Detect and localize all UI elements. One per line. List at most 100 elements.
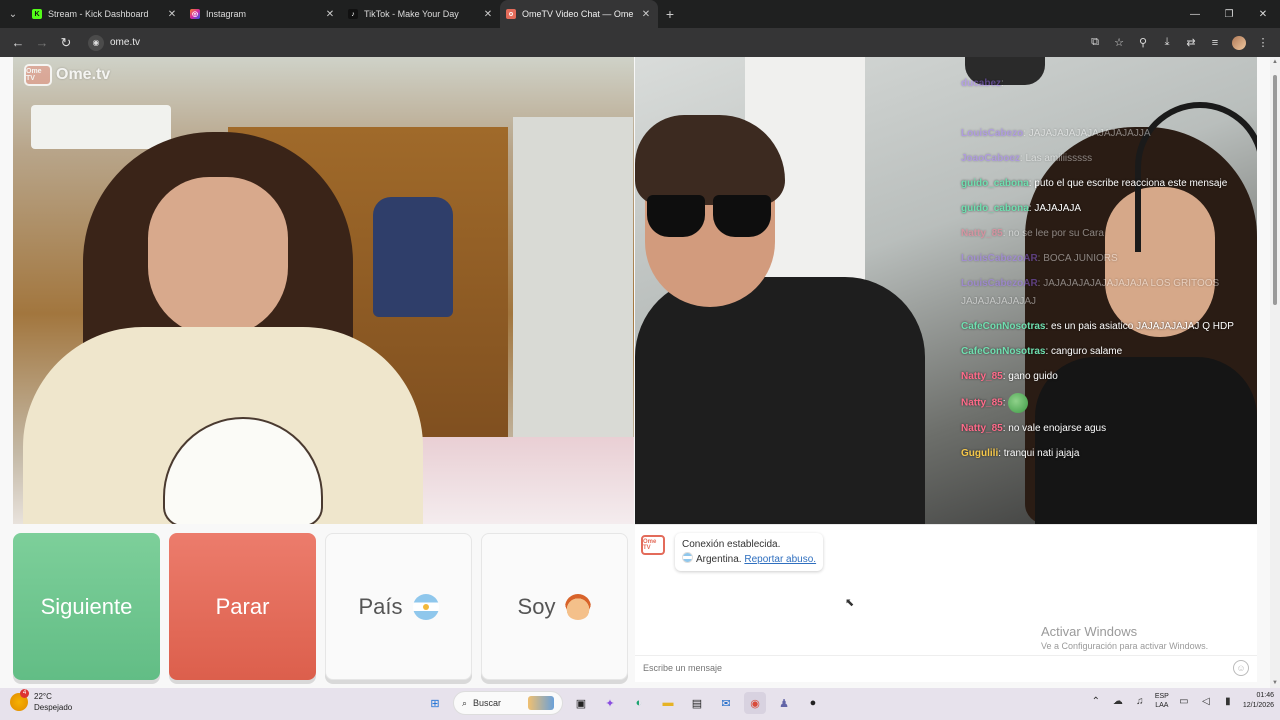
ometv-avatar-icon: Ome TV [641,535,665,555]
lens-shape [647,195,705,237]
close-icon[interactable]: ✕ [166,9,178,20]
chat-username: Natty_85 [961,423,1003,434]
chat-username: CafeConNosotras [961,346,1046,357]
network-icon[interactable]: ▭ [1177,696,1191,707]
notification-badge: 4 [20,689,29,698]
lang-top: ESP [1154,693,1169,700]
ometv-page: Ome TV Ome.tv ducabez: LouisCabezo: JAJA… [0,57,1270,688]
forward-arrow-icon[interactable]: → [30,31,54,55]
microphone-icon[interactable]: ♫ [1133,696,1147,707]
minimize-icon[interactable]: — [1178,0,1212,28]
close-icon[interactable]: ✕ [324,9,336,20]
obs-icon[interactable]: ● [802,692,824,714]
weather-widget[interactable]: 4 22°C Despejado [10,689,73,713]
argentina-flag-icon [412,593,439,620]
chat-panel: Ome TV Conexión establecida. Argentina. … [635,524,1257,682]
battery-icon[interactable]: ▮ [1221,696,1235,707]
chat-text: tranqui nati jajaja [1003,448,1080,459]
window-controls: — ❐ ✕ [1178,0,1280,28]
edge-icon[interactable]: ◐ [628,692,650,714]
tab-list-icon[interactable]: ≡ [1204,32,1226,54]
install-app-icon[interactable]: ⧉ [1084,32,1106,54]
chat-message: CafeConNosotras: canguro salame [961,343,1257,361]
kebab-menu-icon[interactable]: ⋮ [1252,32,1274,54]
tab-title: TikTok - Make Your Day [364,9,459,19]
tab-ometv[interactable]: o OmeTV Video Chat — Ome ✕ [500,0,658,28]
system-tray: ⌃ ☁ ♫ ESP LAA ▭ ◁ ▮ 01:46 12/1/2026 [1089,691,1274,711]
scroll-up-icon[interactable]: ▲ [1272,59,1278,65]
download-icon[interactable]: ⤓ [1156,32,1178,54]
country-line: Argentina. Reportar abuso. [682,552,816,567]
ometv-icon: o [506,9,516,19]
stop-button[interactable]: Parar [169,533,316,680]
tab-title: Instagram [206,9,247,19]
close-icon[interactable]: ✕ [482,9,494,20]
chat-text: BOCA JUNIORS [1043,253,1118,264]
url-text: ome.tv [110,37,141,48]
bookmark-star-icon[interactable]: ☆ [1108,32,1130,54]
chat-username: Gugulili [961,448,999,459]
tab-search-icon[interactable]: ⌄ [0,0,26,28]
lens-shape [713,195,771,237]
tab-instagram[interactable]: ◎ Instagram ✕ [184,0,342,28]
taskbar-search[interactable]: ⌕ Buscar [453,691,563,715]
new-tab-button[interactable]: + [658,6,682,22]
outlook-icon[interactable]: ✉ [715,692,737,714]
file-explorer-icon[interactable]: ▬ [657,692,679,714]
cloud-icon[interactable]: ☁ [1111,696,1125,707]
tab-kick[interactable]: K Stream - Kick Dashboard ✕ [26,0,184,28]
reload-icon[interactable]: ↻ [54,31,78,55]
tab-tiktok[interactable]: ♪ TikTok - Make Your Day ✕ [342,0,500,28]
profile-avatar[interactable] [1228,32,1250,54]
scroll-down-icon[interactable]: ▼ [1272,680,1278,686]
site-info-icon[interactable]: ◉ [88,34,104,51]
chat-username: JoaoCaboez [961,153,1020,164]
chat-username: Natty_85 [961,371,1003,382]
emoji-icon[interactable]: ☺ [1233,659,1249,676]
back-arrow-icon[interactable]: ← [6,31,30,55]
windows-start-icon[interactable]: ⊞ [424,692,446,714]
translate-icon[interactable]: ⇄ [1180,32,1202,54]
report-abuse-link[interactable]: Reportar abuso. [744,554,816,565]
watermark-subtitle: Ve a Configuración para activar Windows. [1041,641,1209,651]
chevron-up-icon[interactable]: ⌃ [1089,696,1103,707]
volume-icon[interactable]: ◁ [1199,696,1213,707]
gender-button[interactable]: Soy [481,533,628,680]
task-view-icon[interactable]: ▣ [570,692,592,714]
clock[interactable]: 01:46 12/1/2026 [1243,691,1274,711]
scrollbar-thumb[interactable] [1273,75,1277,305]
country-button[interactable]: País [325,533,472,680]
weather-temp: 22°C [34,692,52,701]
tab-title: OmeTV Video Chat — Ome [522,9,634,19]
remote-video: Ome TV Ome.tv [13,57,634,524]
ometv-logo: Ome TV Ome.tv [24,64,110,86]
url-field[interactable]: ◉ ome.tv [84,32,1084,54]
chat-text: puto el que escribe reacciona este mensa… [1034,178,1228,189]
local-video: ducabez: LouisCabezo: JAJAJAJAJAJAJAJAJA… [635,57,1257,524]
chat-text: JAJAJAJAJAJAJAJAJAJJA [1028,128,1151,139]
copilot-icon[interactable]: ✦ [599,692,621,714]
clock-time: 01:46 [1256,692,1274,699]
address-bar: ← → ↻ ◉ ome.tv ⧉ ☆ ⚲ ⤓ ⇄ ≡ ⋮ [0,28,1280,57]
store-icon[interactable]: ▤ [686,692,708,714]
close-icon[interactable]: ✕ [640,9,652,20]
chrome-icon[interactable]: ◉ [744,692,766,714]
boy-emoji-icon [565,593,592,620]
page-scrollbar[interactable]: ▲ ▼ [1270,57,1280,688]
close-window-icon[interactable]: ✕ [1246,0,1280,28]
input-language[interactable]: ESP LAA [1155,692,1169,710]
chat-text: JAJAJAJA [1034,203,1082,214]
chat-username: LouisCabezo [961,128,1024,139]
tab-strip: ⌄ K Stream - Kick Dashboard ✕ ◎ Instagra… [0,0,1280,28]
teams-icon[interactable]: ♟ [773,692,795,714]
next-button[interactable]: Siguiente [13,533,160,680]
maximize-icon[interactable]: ❐ [1212,0,1246,28]
chat-text: gano guido [1008,371,1058,382]
person-face-shape [148,177,288,337]
chat-message: CafeConNosotras: es un pais asiatico JAJ… [961,318,1257,336]
weather-desc: Despejado [34,703,73,712]
extension-icon[interactable]: ⚲ [1132,32,1154,54]
connection-status: Conexión establecida. [682,539,781,550]
person-shirt-shape [635,277,925,524]
message-input[interactable] [643,662,1233,673]
